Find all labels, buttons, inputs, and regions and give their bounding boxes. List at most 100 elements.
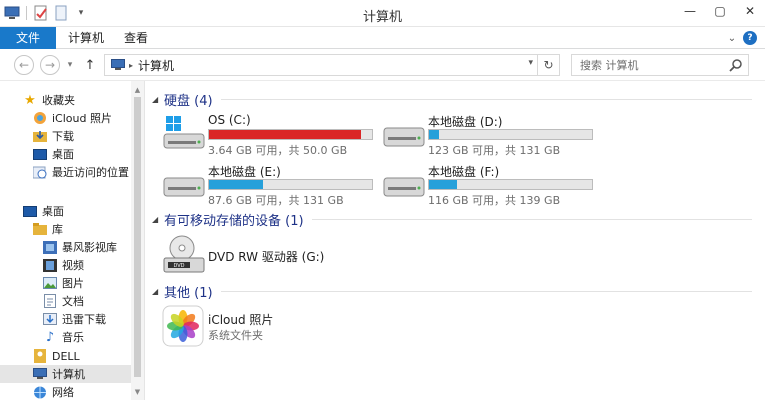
nav-documents[interactable]: 文档 [0,292,131,310]
hard-drive-icon [383,127,425,147]
drive-usage-bar [428,129,593,140]
back-button[interactable]: ← [14,55,34,75]
drive-usage-fill [429,180,457,189]
group-removable-storage[interactable]: ◢ 有可移动存储的设备 (1) [152,210,752,229]
nav-scrollbar[interactable]: ▲ ▼ [131,81,144,400]
scrollbar-thumb[interactable] [134,97,141,377]
title-bar: ▾ 计算机 — ▢ ✕ [0,0,765,27]
close-button[interactable]: ✕ [735,0,765,22]
desktop-icon [32,147,48,161]
forward-button[interactable]: → [40,55,60,75]
drive-usage-fill [209,180,263,189]
videos-icon [42,258,58,272]
properties-icon[interactable] [33,5,49,21]
drive-g-dvd[interactable]: DVD DVD RW 驱动器 (G:) [162,234,382,278]
scroll-up-icon[interactable]: ▲ [131,83,144,96]
nav-libraries[interactable]: 库 [0,220,131,238]
nav-favorites[interactable]: ★ 收藏夹 [0,91,131,109]
documents-icon [42,294,58,308]
drive-space-info: 123 GB 可用，共 131 GB [428,144,561,157]
music-icon: ♪ [45,329,55,345]
nav-network[interactable]: 网络 [0,383,131,400]
tab-computer[interactable]: 计算机 [62,27,110,49]
nav-downloads[interactable]: 下载 [0,127,131,145]
scroll-down-icon[interactable]: ▼ [131,385,144,398]
drive-d[interactable]: 本地磁盘 (D:) 123 GB 可用，共 131 GB [382,112,602,157]
drive-space-info: 3.64 GB 可用，共 50.0 GB [208,144,348,157]
address-toolbar: ← → ▾ ↑ ▸ 计算机 ▾ ↻ [0,49,765,81]
nav-videos[interactable]: 视频 [0,256,131,274]
ribbon-tabs: 文件 计算机 查看 ⌄ ? [0,27,765,49]
new-folder-icon[interactable] [53,5,69,21]
group-hard-disks[interactable]: ◢ 硬盘 (4) [152,90,752,109]
drive-name: 本地磁盘 (E:) [208,165,281,179]
group-divider [220,290,752,292]
nav-desktop[interactable]: 桌面 [0,202,131,220]
address-dropdown-button[interactable]: ▾ [528,58,533,68]
search-box [571,54,749,76]
up-button[interactable]: ↑ [84,55,96,75]
window-title: 计算机 [362,10,402,25]
help-icon[interactable]: ? [743,31,757,45]
group-divider [220,98,752,100]
drive-usage-bar [208,129,373,140]
recent-locations-button[interactable]: ▾ [64,55,76,75]
search-input[interactable] [572,55,722,75]
network-icon [32,385,48,399]
drive-name: DVD RW 驱动器 (G:) [208,250,325,264]
group-other[interactable]: ◢ 其他 (1) [152,282,752,301]
tab-view[interactable]: 查看 [118,27,154,49]
collapse-icon[interactable]: ◢ [152,215,164,224]
breadcrumb-computer[interactable]: 计算机 [138,57,174,74]
folder-description: 系统文件夹 [208,329,263,342]
refresh-button[interactable]: ↻ [537,55,559,75]
nav-thunder-downloads[interactable]: 迅雷下载 [0,310,131,328]
nav-user-dell[interactable]: DELL [0,347,131,365]
maximize-button[interactable]: ▢ [705,0,735,22]
drive-usage-fill [429,130,439,139]
address-bar[interactable]: ▸ 计算机 ▾ ↻ [104,54,560,76]
computer-icon [32,367,48,381]
drive-usage-bar [428,179,593,190]
icloud-photos-icon [32,111,48,125]
folder-icloud-photos[interactable]: iCloud 照片 系统文件夹 [162,305,382,349]
nav-desktop-favorite[interactable]: 桌面 [0,145,131,163]
drive-space-info: 87.6 GB 可用，共 131 GB [208,194,344,207]
computer-window-icon[interactable] [4,5,20,21]
content-pane: ◢ 硬盘 (4) OS (C:) 3.64 GB 可用，共 50.0 GB 本地… [145,81,765,400]
tab-file[interactable]: 文件 [0,27,56,49]
desktop-icon [22,204,38,218]
drive-name: 本地磁盘 (F:) [428,165,500,179]
nav-pictures[interactable]: 图片 [0,274,131,292]
nav-icloud-photos[interactable]: iCloud 照片 [0,109,131,127]
nav-recent-places[interactable]: 最近访问的位置 [0,163,131,181]
recent-places-icon [32,165,48,179]
nav-computer[interactable]: 计算机 [0,365,131,383]
drive-c[interactable]: OS (C:) 3.64 GB 可用，共 50.0 GB [162,112,382,157]
toolbar-separator [26,6,27,20]
navigation-pane: ★ 收藏夹 iCloud 照片 下载 桌面 最近访问的位置 桌面 库 暴风影视库… [0,81,145,400]
video-library-icon [42,240,58,254]
hard-drive-icon [383,177,425,197]
search-icon[interactable] [729,58,743,72]
collapse-icon[interactable]: ◢ [152,95,164,104]
quick-access-toolbar: ▾ [4,5,89,21]
user-folder-icon [32,349,48,363]
dvd-drive-icon: DVD [163,235,205,273]
downloads-icon [32,129,48,143]
collapse-icon[interactable]: ◢ [152,287,164,296]
drive-usage-fill [209,130,361,139]
nav-music[interactable]: ♪ 音乐 [0,328,131,346]
drive-space-info: 116 GB 可用，共 139 GB [428,194,561,207]
computer-icon [111,59,125,71]
minimize-button[interactable]: — [675,0,705,22]
drive-name: 本地磁盘 (D:) [428,115,503,129]
breadcrumb-separator-icon[interactable]: ▸ [129,61,133,70]
chevron-down-icon[interactable]: ▾ [73,5,89,21]
drive-e[interactable]: 本地磁盘 (E:) 87.6 GB 可用，共 131 GB [162,162,382,207]
nav-video-library[interactable]: 暴风影视库 [0,238,131,256]
expand-ribbon-button[interactable]: ⌄ [725,31,739,45]
drive-f[interactable]: 本地磁盘 (F:) 116 GB 可用，共 139 GB [382,162,602,207]
drive-usage-bar [208,179,373,190]
libraries-icon [32,222,48,236]
